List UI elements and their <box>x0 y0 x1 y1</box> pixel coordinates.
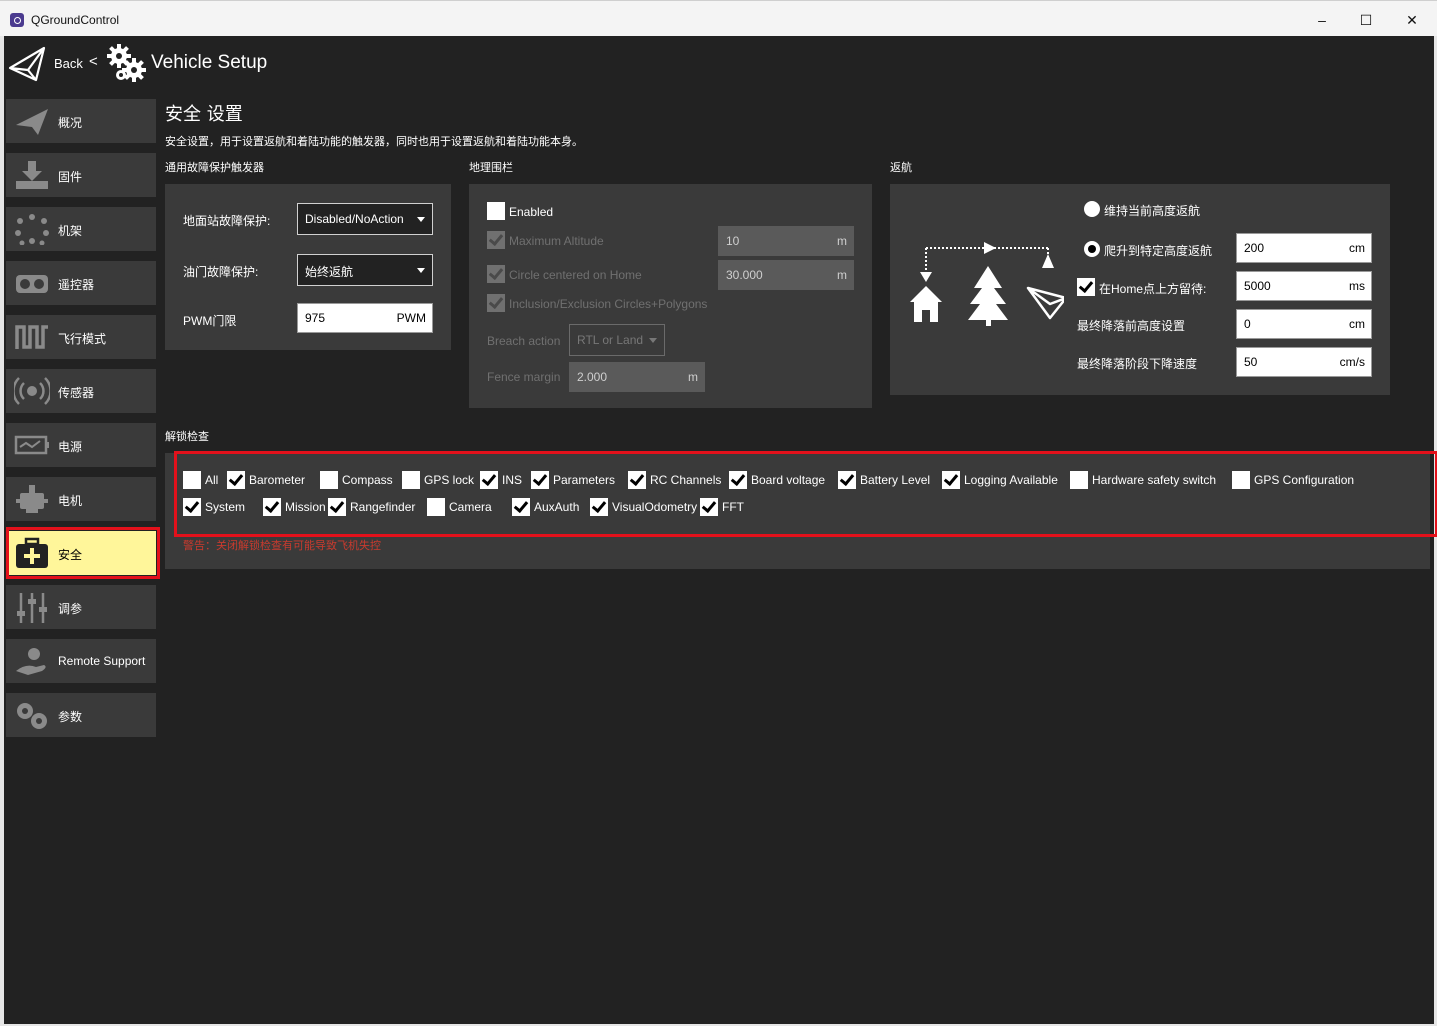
rtl-current-altitude-radio[interactable]: 维持当前高度返航 <box>1084 200 1264 220</box>
breach-action-label: Breach action <box>487 334 561 348</box>
section-title-geofence: 地理围栏 <box>469 161 513 174</box>
circle-radius-input[interactable]: 30.000 m <box>718 260 854 290</box>
throttle-failsafe-label: 油门故障保护: <box>183 265 259 279</box>
motors-icon <box>16 485 48 513</box>
section-title-failsafe: 通用故障保护触发器 <box>165 161 264 174</box>
loiter-time-input[interactable]: 5000 ms <box>1236 271 1372 301</box>
parameters-icon <box>17 703 47 729</box>
breach-action-dropdown[interactable]: RTL or Land <box>569 324 665 356</box>
failsafe-panel: 地面站故障保护: Disabled/NoAction 油门故障保护: 始终返航 … <box>165 184 451 350</box>
inclusion-exclusion-checkbox[interactable]: Inclusion/Exclusion Circles+Polygons <box>487 294 747 314</box>
close-button[interactable]: ✕ <box>1389 1 1435 37</box>
paper-plane-icon <box>16 109 48 135</box>
sensors-icon <box>14 377 50 405</box>
flight-modes-icon <box>15 325 48 349</box>
sidebar-item-tuning[interactable]: 调参 <box>6 585 156 629</box>
sidebar-item-summary[interactable]: 概况 <box>6 99 156 143</box>
chevron-down-icon <box>417 268 425 273</box>
geofence-enabled-checkbox[interactable]: Enabled <box>487 202 607 222</box>
chevron-down-icon <box>649 338 657 343</box>
window-title: QGroundControl <box>31 13 120 27</box>
circle-home-checkbox[interactable]: Circle centered on Home <box>487 265 687 285</box>
final-altitude-input[interactable]: 0 cm <box>1236 309 1372 339</box>
rtl-panel: 维持当前高度返航 爬升到特定高度返航 200 cm 在Home点上方留待: 50… <box>890 184 1390 395</box>
sidebar: 概况 固件 机架 遥控器 飞行模式 传感器 电源 电机 安全 调参 Remote… <box>4 94 160 1024</box>
sidebar-item-airframe[interactable]: 机架 <box>6 207 156 251</box>
sidebar-item-radio[interactable]: 遥控器 <box>6 261 156 305</box>
app-icon <box>10 13 24 27</box>
page-header-title: Vehicle Setup <box>151 52 268 73</box>
window-title-bar: QGroundControl – ☐ ✕ <box>0 0 1437 36</box>
pwm-threshold-input[interactable]: 975 PWM <box>297 303 433 333</box>
geofence-panel: Enabled Maximum Altitude 10 m Circle cen… <box>469 184 872 408</box>
highlight-box-arming <box>174 451 1437 537</box>
page-description: 安全设置，用于设置返航和着陆功能的触发器，同时也用于设置返航和着陆功能本身。 <box>165 135 583 148</box>
radio-controller-icon <box>16 275 48 293</box>
section-title-rtl: 返航 <box>890 161 912 174</box>
gears-icon <box>106 44 148 84</box>
sidebar-item-power[interactable]: 电源 <box>6 423 156 467</box>
throttle-failsafe-dropdown[interactable]: 始终返航 <box>297 254 433 286</box>
gcs-failsafe-dropdown[interactable]: Disabled/NoAction <box>297 203 433 235</box>
highlight-box-safety <box>6 527 160 579</box>
section-title-arming: 解锁检查 <box>165 430 209 443</box>
sidebar-item-remote-support[interactable]: Remote Support <box>6 639 156 683</box>
max-altitude-input[interactable]: 10 m <box>718 226 854 256</box>
final-altitude-label: 最终降落前高度设置 <box>1077 319 1186 333</box>
arming-warning-text: 警告：关闭解锁检查有可能导致飞机失控 <box>183 539 381 552</box>
descent-speed-input[interactable]: 50 cm/s <box>1236 347 1372 377</box>
tree-icon <box>968 266 1008 326</box>
power-icon <box>14 435 49 455</box>
airframe-icon <box>15 214 49 245</box>
remote-support-icon <box>16 648 46 675</box>
rtl-altitude-input[interactable]: 200 cm <box>1236 233 1372 263</box>
home-icon <box>910 286 942 322</box>
chevron-down-icon <box>417 217 425 222</box>
maximize-button[interactable]: ☐ <box>1343 1 1389 37</box>
sidebar-item-parameters[interactable]: 参数 <box>6 693 156 737</box>
paper-plane-icon <box>1026 286 1064 320</box>
loiter-home-checkbox[interactable]: 在Home点上方留待: <box>1077 278 1227 298</box>
breadcrumb-separator: < <box>89 53 98 70</box>
descent-speed-label: 最终降落阶段下降速度 <box>1077 357 1198 371</box>
fence-margin-label: Fence margin <box>487 370 561 384</box>
sidebar-item-motors[interactable]: 电机 <box>6 477 156 521</box>
paper-plane-icon <box>8 46 46 82</box>
page-title: 安全 设置 <box>165 104 243 125</box>
fence-margin-input[interactable]: 2.000 m <box>569 362 705 392</box>
gcs-failsafe-label: 地面站故障保护: <box>183 214 271 228</box>
app-window: Back < Vehicle Setup 概况 固件 机架 遥控器 飞行模式 传… <box>4 36 1437 1024</box>
back-button[interactable] <box>8 46 48 82</box>
minimize-button[interactable]: – <box>1299 1 1345 37</box>
rtl-diagram-icon <box>910 242 1064 326</box>
tuning-icon <box>17 593 47 623</box>
toolbar: Back < Vehicle Setup <box>4 36 1434 94</box>
back-label[interactable]: Back <box>54 56 83 71</box>
sidebar-item-sensors[interactable]: 传感器 <box>6 369 156 413</box>
pwm-threshold-label: PWM门限 <box>183 314 237 328</box>
download-icon <box>16 161 48 189</box>
sidebar-item-firmware[interactable]: 固件 <box>6 153 156 197</box>
sidebar-item-flight-modes[interactable]: 飞行模式 <box>6 315 156 359</box>
max-altitude-checkbox[interactable]: Maximum Altitude <box>487 231 687 251</box>
